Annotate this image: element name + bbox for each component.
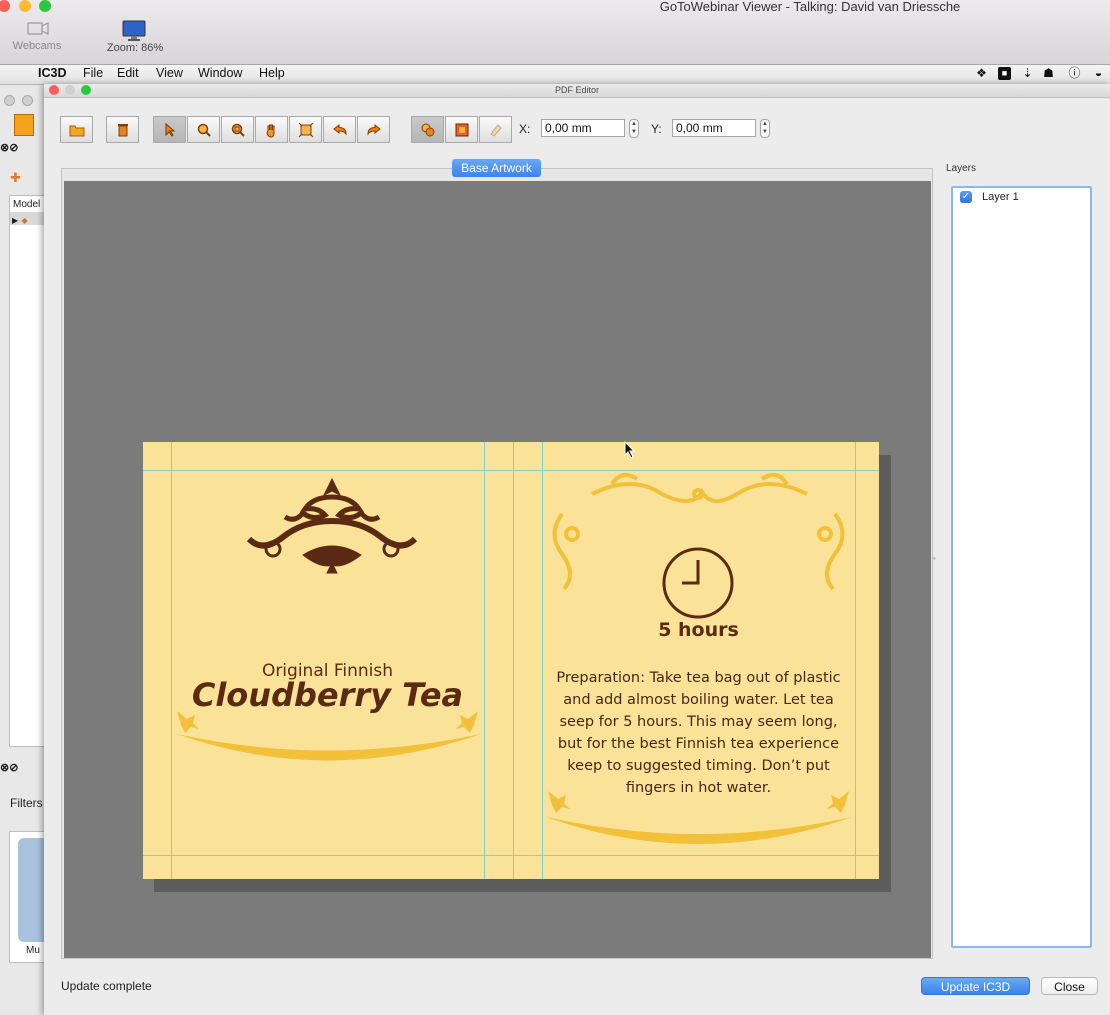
trash-icon bbox=[117, 123, 128, 136]
zoom-area-icon bbox=[231, 123, 245, 137]
zoom-area-button[interactable] bbox=[221, 116, 254, 143]
model-list: Model ▶ ◆ bbox=[9, 195, 46, 747]
pdf-editor-title: PDF Editor bbox=[554, 85, 599, 95]
viewer-zoom-button[interactable] bbox=[39, 0, 51, 12]
menu-view[interactable]: View bbox=[156, 66, 183, 80]
background-window: ⊗⊘ ✚ Model ▶ ◆ ⊗⊘ Filters Mu bbox=[0, 85, 48, 1015]
status-text: Update complete bbox=[61, 979, 152, 993]
guide-line[interactable] bbox=[484, 442, 485, 879]
pdf-editor-window: PDF Editor X: 0,00 mm ▲▼ Y: 0,00 mm ▲▼ bbox=[44, 84, 1110, 1015]
webcams-tool[interactable]: Webcams bbox=[10, 20, 64, 52]
instructions-line: seep for 5 hours. This may seem long, bbox=[559, 714, 838, 730]
eraser-icon bbox=[489, 123, 502, 137]
panel-close-icon[interactable]: ⊗⊘ bbox=[0, 141, 18, 154]
viewer-toolbar: GoToWebinar Viewer - Talking: David van … bbox=[0, 0, 1110, 65]
model-row[interactable]: ▶ ◆ bbox=[10, 212, 45, 225]
splitter-handle[interactable]: • bbox=[933, 554, 939, 563]
instructions-text: Preparation: Take tea bag out of plastic… bbox=[542, 667, 855, 799]
instructions-line: keep to suggested timing. Don’t put bbox=[567, 758, 830, 774]
shapes-tool-button[interactable] bbox=[411, 116, 444, 143]
menu-file[interactable]: File bbox=[83, 66, 103, 80]
hand-icon bbox=[265, 124, 274, 138]
dropbox-icon[interactable]: ❖ bbox=[975, 67, 988, 80]
viewer-title: GoToWebinar Viewer - Talking: David van … bbox=[659, 0, 961, 14]
undo-icon bbox=[332, 123, 347, 136]
model-column-header: Model bbox=[13, 199, 41, 210]
zoom-tool[interactable]: Zoom: 86% bbox=[100, 20, 170, 54]
y-stepper[interactable]: ▲ ▼ bbox=[760, 119, 770, 138]
viewer-close-button[interactable] bbox=[0, 0, 10, 12]
hat-icon[interactable]: ☗ bbox=[1042, 67, 1055, 80]
image-tool-button[interactable] bbox=[445, 116, 478, 143]
reindeer-swoosh-icon bbox=[177, 711, 481, 761]
redo-icon bbox=[366, 123, 381, 136]
open-folder-button[interactable] bbox=[60, 116, 93, 143]
pan-tool-button[interactable] bbox=[255, 116, 288, 143]
guide-line[interactable] bbox=[513, 442, 514, 879]
menu-app-name[interactable]: IC3D bbox=[38, 66, 66, 80]
pdf-editor-titlebar: PDF Editor bbox=[44, 84, 1110, 98]
y-input[interactable]: 0,00 mm bbox=[672, 119, 756, 137]
layer-visibility-checkbox[interactable]: ✓ bbox=[960, 191, 972, 203]
redo-button[interactable] bbox=[357, 116, 390, 143]
bg-window-dot bbox=[4, 95, 15, 106]
folder-icon bbox=[69, 125, 84, 136]
x-input[interactable]: 0,00 mm bbox=[541, 119, 625, 137]
update-ic3d-button[interactable]: Update IC3D bbox=[921, 977, 1030, 995]
monitor-icon bbox=[122, 20, 146, 41]
viewer-minimize-button[interactable] bbox=[19, 0, 31, 12]
delete-button[interactable] bbox=[106, 116, 139, 143]
eraser-tool-button[interactable] bbox=[479, 116, 512, 143]
mouse-cursor-icon bbox=[624, 441, 636, 459]
menu-bar: IC3D File Edit View Window Help ❖ ■ ⇣ ☗ … bbox=[0, 65, 1110, 85]
zoom-tool-button[interactable] bbox=[187, 116, 220, 143]
zoom-label: Zoom: 86% bbox=[106, 42, 164, 54]
menu-edit[interactable]: Edit bbox=[117, 66, 139, 80]
layers-list: ✓ Layer 1 bbox=[951, 186, 1092, 948]
image-icon bbox=[455, 123, 468, 136]
webcams-label: Webcams bbox=[12, 40, 62, 52]
bg-window-dot bbox=[22, 95, 33, 106]
x-label: X: bbox=[519, 122, 531, 136]
webcam-icon bbox=[27, 22, 49, 35]
instructions-line: but for the best Finnish tea experience bbox=[557, 736, 840, 752]
menu-help[interactable]: Help bbox=[259, 66, 285, 80]
hours-label: 5 hours bbox=[658, 619, 739, 641]
fit-page-button[interactable] bbox=[289, 116, 322, 143]
filters-label: Filters bbox=[10, 796, 43, 810]
x-stepper[interactable]: ▲ ▼ bbox=[629, 119, 639, 138]
guide-line[interactable] bbox=[855, 442, 856, 879]
arrow-cursor-icon bbox=[165, 122, 175, 137]
disclosure-triangle-icon[interactable]: ▶ bbox=[12, 216, 18, 225]
filter-thumb-label: Mu bbox=[26, 945, 40, 956]
spy-icon[interactable]: ◒ bbox=[1092, 67, 1105, 80]
menu-window[interactable]: Window bbox=[198, 66, 242, 80]
base-artwork-tab[interactable]: Base Artwork bbox=[452, 159, 541, 177]
crown-ornament-icon bbox=[246, 477, 418, 574]
tea-label-artwork[interactable]: Original Finnish Cloudberry Tea 5 hours … bbox=[143, 442, 879, 879]
select-tool-button[interactable] bbox=[153, 116, 186, 143]
model-icon: ◆ bbox=[21, 216, 28, 225]
magnifier-icon bbox=[197, 123, 211, 137]
artwork-canvas[interactable]: Original Finnish Cloudberry Tea 5 hours … bbox=[64, 181, 931, 958]
upload-icon[interactable]: ⇣ bbox=[1021, 67, 1034, 80]
add-model-icon[interactable]: ✚ bbox=[10, 170, 21, 186]
screen-icon[interactable]: ■ bbox=[998, 67, 1011, 80]
instructions-line: and add almost boiling water. Let tea bbox=[563, 692, 834, 708]
layers-label: Layers bbox=[946, 163, 977, 174]
filter-thumbnail[interactable]: Mu bbox=[9, 831, 48, 963]
new-document-icon[interactable] bbox=[14, 114, 34, 136]
info-icon[interactable]: ⓘ bbox=[1068, 67, 1081, 80]
layer-name: Layer 1 bbox=[982, 191, 1019, 203]
instructions-line: Preparation: Take tea bag out of plastic bbox=[556, 670, 841, 686]
shapes-icon bbox=[421, 123, 434, 136]
close-button[interactable]: Close bbox=[1041, 977, 1098, 995]
panel-close-icon[interactable]: ⊗⊘ bbox=[0, 761, 18, 774]
undo-button[interactable] bbox=[323, 116, 356, 143]
reindeer-swoosh-icon bbox=[546, 791, 852, 844]
layer-row[interactable]: ✓ Layer 1 bbox=[953, 188, 1090, 206]
fit-page-icon bbox=[298, 122, 313, 137]
clock-icon bbox=[662, 547, 734, 619]
y-label: Y: bbox=[651, 122, 662, 136]
